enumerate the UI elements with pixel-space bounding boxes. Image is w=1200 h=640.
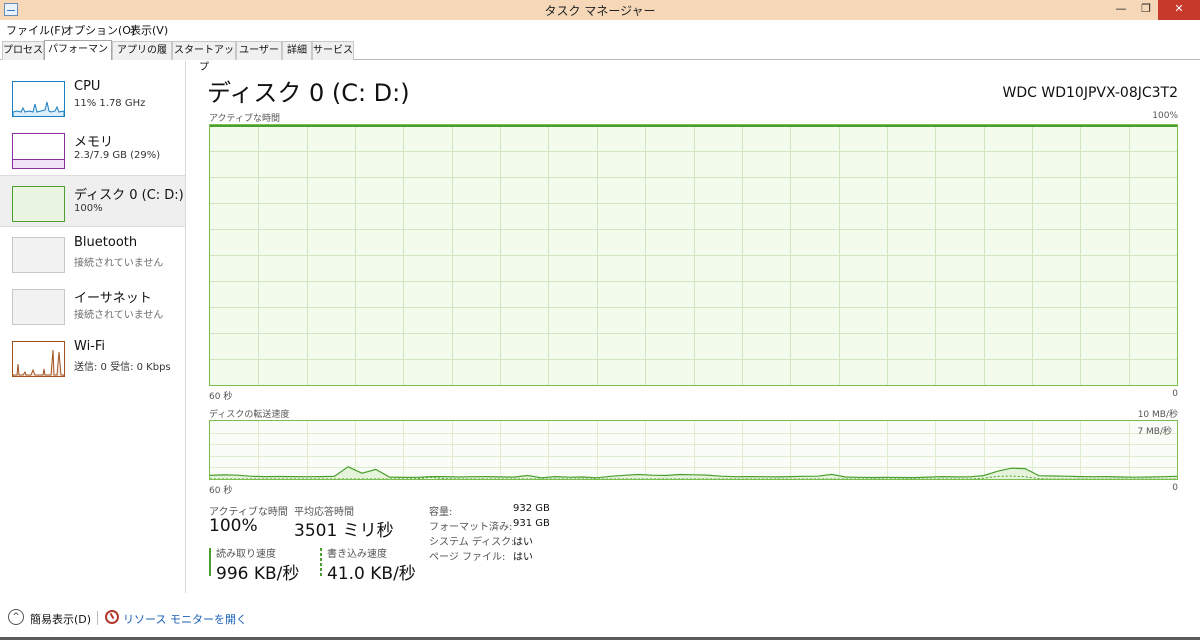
page-file-label: ページ ファイル: — [429, 552, 506, 563]
resource-monitor-link[interactable]: リソース モニターを開く — [123, 611, 247, 627]
capacity-label: 容量: — [429, 507, 453, 518]
transfer-rate-chart — [210, 421, 1177, 479]
device-bluetooth-status: 接続されていません — [74, 258, 164, 269]
tab-startup[interactable]: スタートアップ — [172, 41, 236, 73]
memory-thumbnail — [12, 133, 65, 169]
maximize-button[interactable]: ❐ — [1134, 0, 1158, 20]
active-time-max-label: 100% — [1152, 111, 1178, 121]
tab-processes[interactable]: プロセス — [2, 41, 44, 60]
menu-bar: ファイル(F) オプション(O) 表示(V) — [0, 20, 1200, 39]
title-bar[interactable]: タスク マネージャー — ❐ ✕ — [0, 0, 1200, 20]
tab-bar: プロセス パフォーマンス アプリの履歴 スタートアップ ユーザー 詳細 サービス — [0, 39, 1200, 73]
page-file-value: はい — [513, 552, 533, 563]
active-time-stat-value: 100% — [209, 516, 258, 536]
transfer-rate-max-label: 10 MB/秒 — [1137, 410, 1178, 420]
device-wifi-name: Wi-Fi — [74, 339, 106, 354]
transfer-rate-graph: 7 MB/秒 — [209, 420, 1178, 480]
bluetooth-thumbnail — [12, 237, 65, 273]
read-speed-indicator — [209, 548, 211, 576]
ethernet-thumbnail — [12, 289, 65, 325]
menu-file[interactable]: ファイル(F) — [6, 22, 65, 38]
tab-app-history[interactable]: アプリの履歴 — [112, 41, 172, 73]
device-disk0-name: ディスク 0 (C: D:) — [74, 188, 184, 203]
disk-model: WDC WD10JPVX-08JC3T2 — [1002, 85, 1178, 101]
system-disk-value: はい — [513, 537, 533, 548]
formatted-label: フォーマット済み: — [429, 522, 513, 533]
page-title: ディスク 0 (C: D:) — [207, 79, 410, 107]
active-time-graph-label: アクティブな時間 — [209, 114, 281, 124]
menu-view[interactable]: 表示(V) — [130, 22, 168, 38]
menu-options[interactable]: オプション(O) — [63, 22, 135, 38]
capacity-value: 932 GB — [513, 503, 550, 514]
disk-thumbnail — [12, 186, 65, 222]
device-bluetooth-name: Bluetooth — [74, 235, 138, 250]
device-cpu[interactable]: CPU 11% 1.78 GHz — [0, 71, 185, 123]
device-disk0-status: 100% — [74, 203, 103, 214]
window-title: タスク マネージャー — [544, 4, 656, 18]
active-time-x-left: 60 秒 — [209, 392, 233, 402]
device-ethernet-name: イーサネット — [74, 291, 152, 306]
wifi-thumbnail — [12, 341, 65, 377]
tab-users[interactable]: ユーザー — [236, 41, 282, 60]
device-wifi-status: 送信: 0 受信: 0 Kbps — [74, 362, 171, 373]
close-button[interactable]: ✕ — [1158, 0, 1200, 20]
fewer-details-link[interactable]: 簡易表示(D) — [30, 611, 91, 627]
device-list: CPU 11% 1.78 GHz メモリ 2.3/7.9 GB (29%) ディ… — [0, 61, 186, 593]
read-speed-value: 996 KB/秒 — [216, 564, 300, 584]
transfer-rate-x-right: 0 — [1172, 483, 1178, 493]
minimize-button[interactable]: — — [1108, 0, 1134, 20]
device-disk0[interactable]: ディスク 0 (C: D:) 100% — [0, 175, 185, 227]
transfer-rate-inner-label: 7 MB/秒 — [1137, 427, 1172, 437]
transfer-rate-x-left: 60 秒 — [209, 486, 233, 496]
active-time-graph — [209, 124, 1178, 386]
device-wifi[interactable]: Wi-Fi 送信: 0 受信: 0 Kbps — [0, 331, 185, 383]
device-memory-name: メモリ — [74, 135, 114, 150]
device-cpu-name: CPU — [74, 79, 101, 94]
tab-services[interactable]: サービス — [312, 41, 354, 60]
resource-monitor-icon[interactable] — [105, 610, 119, 624]
system-disk-label: システム ディスク: — [429, 537, 515, 548]
chevron-up-icon[interactable]: ^ — [8, 609, 24, 625]
device-memory[interactable]: メモリ 2.3/7.9 GB (29%) — [0, 123, 185, 175]
write-speed-label: 書き込み速度 — [327, 549, 387, 560]
cpu-thumbnail — [12, 81, 65, 117]
bottom-bar: ^ 簡易表示(D) リソース モニターを開く — [0, 603, 1200, 633]
formatted-value: 931 GB — [513, 518, 550, 529]
tab-performance[interactable]: パフォーマンス — [44, 40, 112, 72]
device-cpu-status: 11% 1.78 GHz — [74, 98, 146, 109]
device-bluetooth[interactable]: Bluetooth 接続されていません — [0, 227, 185, 279]
tab-details[interactable]: 詳細 — [282, 41, 312, 60]
transfer-rate-graph-label: ディスクの転送速度 — [209, 410, 290, 420]
device-ethernet[interactable]: イーサネット 接続されていません — [0, 279, 185, 331]
write-speed-indicator — [320, 548, 322, 576]
divider — [97, 611, 98, 625]
active-time-grid — [210, 125, 1177, 385]
device-memory-status: 2.3/7.9 GB (29%) — [74, 150, 161, 161]
response-time-stat-value: 3501 ミリ秒 — [294, 521, 394, 541]
active-time-x-right: 0 — [1172, 389, 1178, 399]
read-speed-label: 読み取り速度 — [216, 549, 276, 560]
write-speed-value: 41.0 KB/秒 — [327, 564, 416, 584]
device-ethernet-status: 接続されていません — [74, 310, 164, 321]
